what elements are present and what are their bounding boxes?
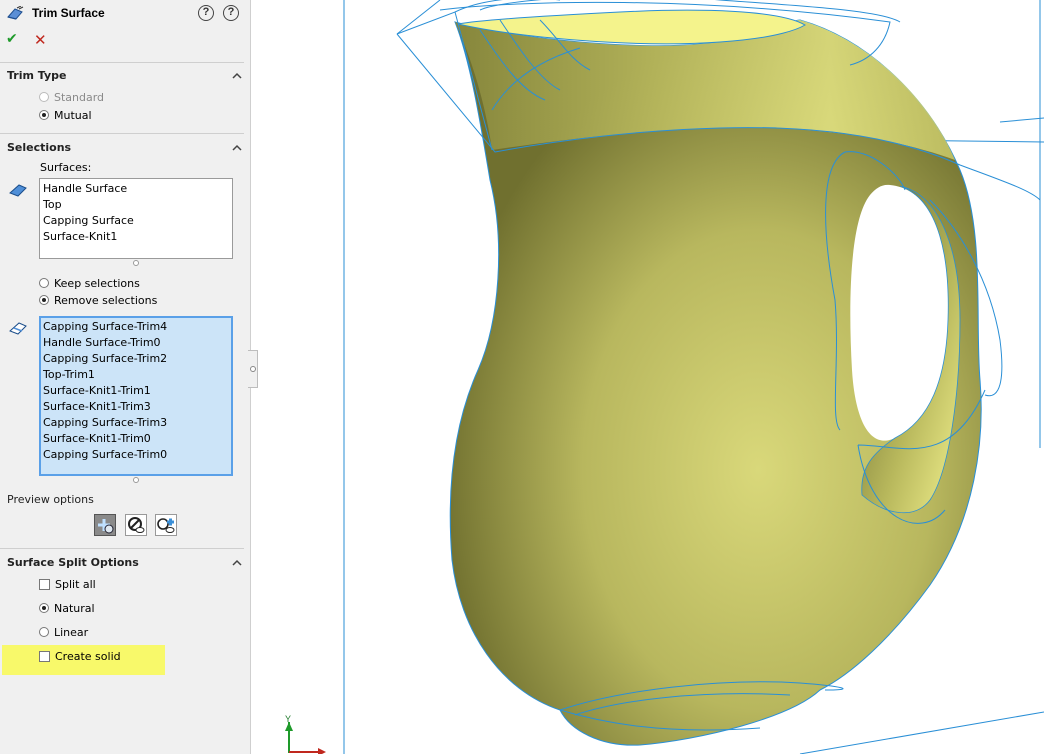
option-label: Natural — [54, 601, 95, 615]
radio-button[interactable] — [39, 278, 49, 288]
option-label: Split all — [55, 577, 96, 591]
option-label: Linear — [54, 625, 89, 639]
list-resize-handle[interactable] — [133, 260, 139, 266]
list-item[interactable]: Handle Surface-Trim0 — [43, 335, 231, 351]
section-divider — [0, 62, 244, 63]
list-item[interactable]: Capping Surface-Trim3 — [43, 415, 231, 431]
show-both-icon — [157, 518, 175, 533]
cancel-button[interactable]: ✕ — [34, 31, 47, 49]
coordinate-triad: Y — [285, 714, 326, 754]
show-both-button[interactable] — [155, 514, 177, 536]
list-item[interactable]: Surface-Knit1 — [43, 229, 232, 245]
radio-button[interactable] — [39, 627, 49, 637]
list-item[interactable]: Surface-Knit1-Trim3 — [43, 399, 231, 415]
list-resize-handle[interactable] — [133, 477, 139, 483]
section-divider — [0, 548, 244, 549]
ok-button[interactable]: ✔ — [6, 31, 18, 47]
surface-split-options-title[interactable]: Surface Split Options — [7, 556, 139, 569]
option-label: Remove selections — [54, 293, 158, 307]
question-icon: ? — [202, 6, 210, 18]
split-all-option[interactable]: Split all — [39, 577, 96, 591]
show-excluded-button[interactable] — [125, 514, 147, 536]
radio-button[interactable] — [39, 92, 49, 102]
trim-type-standard-option[interactable]: Standard — [39, 90, 104, 104]
remove-selections-option[interactable]: Remove selections — [39, 293, 157, 307]
show-included-button[interactable] — [94, 514, 116, 536]
keep-selections-option[interactable]: Keep selections — [39, 276, 140, 290]
cross-icon: ✕ — [34, 31, 47, 49]
surfaces-label: Surfaces: — [40, 161, 92, 174]
list-item[interactable]: Handle Surface — [43, 181, 232, 197]
list-item[interactable]: Top — [43, 197, 232, 213]
property-manager-title: Trim Surface — [32, 6, 105, 20]
pieces-face-icon — [9, 322, 27, 335]
list-item[interactable]: Capping Surface-Trim2 — [43, 351, 231, 367]
list-item[interactable]: Capping Surface-Trim4 — [43, 319, 231, 335]
help-icon: ? — [227, 6, 235, 18]
list-item[interactable]: Surface-Knit1-Trim1 — [43, 383, 231, 399]
show-included-icon — [98, 519, 114, 534]
checkbox[interactable] — [39, 650, 50, 662]
check-icon: ✔ — [6, 31, 18, 47]
section-divider — [0, 133, 244, 134]
option-label: Create solid — [55, 649, 121, 663]
trim-surface-icon — [7, 6, 24, 20]
natural-option[interactable]: Natural — [39, 601, 95, 615]
show-excluded-icon — [128, 517, 145, 533]
list-item[interactable]: Surface-Knit1-Trim0 — [43, 431, 231, 447]
option-label: Keep selections — [54, 276, 140, 290]
property-manager-header: Trim Surface ? ? — [0, 0, 250, 28]
triad-y-label: Y — [285, 714, 291, 724]
collapse-chevron-icon[interactable] — [232, 72, 242, 79]
property-manager: Trim Surface ? ? ✔ ✕ Trim Type Standard … — [0, 0, 250, 754]
help-button[interactable]: ? — [223, 5, 239, 21]
preview-options-label: Preview options — [7, 493, 94, 506]
collapse-chevron-icon[interactable] — [232, 144, 242, 151]
list-item[interactable]: Top-Trim1 — [43, 367, 231, 383]
selections-section-title[interactable]: Selections — [7, 141, 71, 154]
option-label: Standard — [54, 90, 105, 104]
radio-button[interactable] — [39, 603, 49, 613]
surface-face-icon — [9, 184, 27, 197]
surfaces-list[interactable]: Handle Surface Top Capping Surface Surfa… — [39, 178, 233, 259]
radio-button[interactable] — [39, 110, 49, 120]
list-item[interactable]: Capping Surface-Trim0 — [43, 447, 231, 463]
radio-button[interactable] — [39, 295, 49, 305]
detailed-help-button[interactable]: ? — [198, 5, 214, 21]
option-label: Mutual — [54, 108, 92, 122]
trim-type-mutual-option[interactable]: Mutual — [39, 108, 92, 122]
graphics-viewport[interactable]: Y — [251, 0, 1044, 754]
linear-option[interactable]: Linear — [39, 625, 88, 639]
checkbox[interactable] — [39, 578, 50, 590]
create-solid-option[interactable]: Create solid — [39, 649, 121, 663]
pieces-to-keep-list[interactable]: Capping Surface-Trim4 Handle Surface-Tri… — [39, 316, 233, 476]
collapse-chevron-icon[interactable] — [232, 559, 242, 566]
trim-type-section-title[interactable]: Trim Type — [7, 69, 67, 82]
list-item[interactable]: Capping Surface — [43, 213, 232, 229]
